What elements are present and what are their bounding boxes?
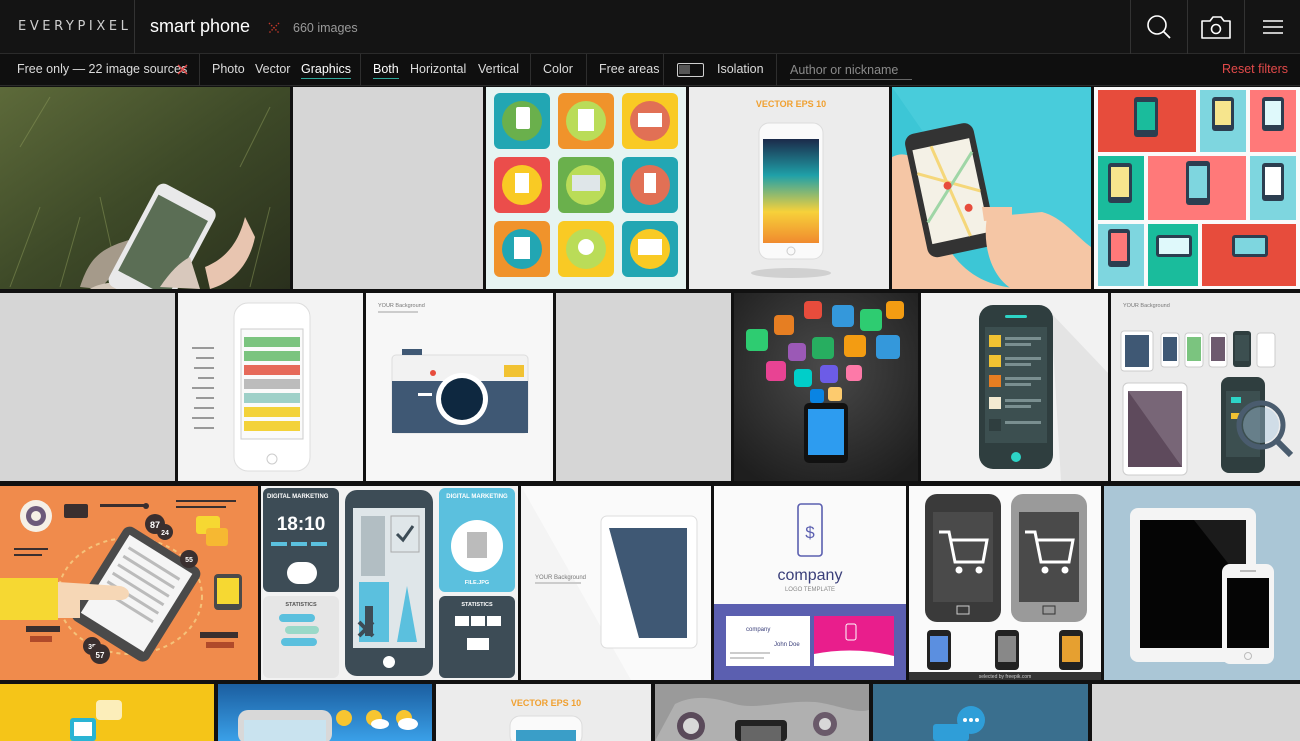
company-logo-text: company <box>778 567 843 584</box>
vector-eps-label-2: VECTOR EPS 10 <box>511 698 581 708</box>
digital-marketing-label-2: DIGITAL MARKETING <box>446 494 508 500</box>
orientation-both[interactable]: Both <box>373 62 399 79</box>
image-count: 660 images <box>293 21 358 35</box>
menu-button[interactable] <box>1245 0 1300 54</box>
image-tile[interactable] <box>1104 486 1300 680</box>
business-card-company: company <box>746 627 770 633</box>
illustration-dark-phone-ui <box>979 305 1108 481</box>
isolation-toggle[interactable] <box>677 63 704 77</box>
image-tile-placeholder[interactable] <box>1092 684 1300 741</box>
type-photo[interactable]: Photo <box>212 62 245 76</box>
image-tile-placeholder[interactable] <box>0 293 175 481</box>
header-divider <box>134 0 135 54</box>
image-tile[interactable] <box>873 684 1088 741</box>
filter-divider <box>776 54 777 86</box>
illustration-vector-eps-phone: VECTOR EPS 10 <box>509 698 583 741</box>
svg-text:$: $ <box>805 523 815 542</box>
digital-marketing-label: DIGITAL MARKETING <box>267 494 329 500</box>
image-tile-placeholder[interactable] <box>293 87 483 289</box>
illustration-company-logo-template: $ company LOGO TEMPLATE company John Doe <box>714 503 906 680</box>
orientation-vertical[interactable]: Vertical <box>478 62 519 76</box>
orientation-horizontal[interactable]: Horizontal <box>410 62 466 76</box>
top-header: EVERYPIXEL smart phone 660 images <box>0 0 1300 54</box>
filter-divider <box>199 54 200 86</box>
remove-free-filter-icon[interactable] <box>177 64 188 75</box>
illustration-digital-marketing-cards: DIGITAL MARKETING 18:10 STATISTICS DIGIT… <box>263 488 515 678</box>
number-badge: 57 <box>96 651 105 660</box>
number-badge: 55 <box>185 557 193 564</box>
image-search-button[interactable] <box>1188 0 1244 54</box>
type-vector[interactable]: Vector <box>255 62 290 76</box>
statistics-label-2: STATISTICS <box>461 602 493 608</box>
clock-time: 18:10 <box>277 514 326 535</box>
image-tile[interactable] <box>655 684 869 741</box>
isolation-label[interactable]: Isolation <box>717 62 764 76</box>
illustration-vector-phone: VECTOR EPS 10 <box>751 99 831 278</box>
image-tile[interactable] <box>178 293 363 481</box>
illustration-devices-set: YOUR Background <box>1120 303 1294 476</box>
image-tile[interactable]: YOUR Background <box>521 486 711 680</box>
menu-icon <box>1263 20 1283 34</box>
image-tile[interactable]: VECTOR EPS 10 <box>436 684 651 741</box>
type-graphics[interactable]: Graphics <box>301 62 352 79</box>
image-tile[interactable]: YOUR Background <box>366 293 553 481</box>
free-only-filter[interactable]: Free only — 22 image sources <box>17 62 187 76</box>
illustration-hand-map-phone <box>892 87 1091 289</box>
color-filter[interactable]: Color <box>543 62 573 76</box>
search-button[interactable] <box>1131 0 1187 54</box>
your-background-label: YOUR Background <box>1123 303 1170 309</box>
image-tile[interactable]: DIGITAL MARKETING 18:10 STATISTICS DIGIT… <box>261 486 518 680</box>
image-tile[interactable] <box>734 293 918 481</box>
illustration-tablet-background: YOUR Background <box>521 486 711 680</box>
filter-divider <box>586 54 587 86</box>
reset-filters-link[interactable]: Reset filters <box>1222 62 1288 76</box>
illustration-app-icons-grid <box>494 93 678 277</box>
image-tile[interactable] <box>0 684 214 741</box>
illustration-weather-phone <box>218 684 432 741</box>
illustration-world-map-devices <box>655 684 869 741</box>
logo-template-text: LOGO TEMPLATE <box>785 587 835 593</box>
camera-icon <box>1201 16 1231 39</box>
filter-divider <box>360 54 361 86</box>
illustration-phone-infographic <box>192 302 311 472</box>
filter-divider <box>663 54 664 86</box>
image-tile[interactable] <box>1094 87 1300 289</box>
author-input[interactable] <box>790 60 912 80</box>
illustration-camera-background: YOUR Background <box>378 303 529 434</box>
search-icon <box>1147 15 1171 39</box>
image-tile[interactable]: YOUR Background <box>1111 293 1300 481</box>
image-tile-placeholder[interactable] <box>556 293 731 481</box>
photo-hand-smartphone-grass <box>0 87 290 289</box>
image-tile[interactable]: VECTOR EPS 10 <box>689 87 889 289</box>
your-background-label: YOUR Background <box>378 303 425 309</box>
file-jpg-label: FILE.JPG <box>465 580 489 586</box>
image-tile[interactable]: 87 24 55 35 57 <box>0 486 258 680</box>
everypixel-logo[interactable]: EVERYPIXEL <box>18 19 132 34</box>
your-background-label: YOUR Background <box>535 575 586 581</box>
image-tile[interactable] <box>218 684 432 741</box>
illustration-hands-phones-collage <box>1098 90 1296 286</box>
search-query[interactable]: smart phone <box>150 16 250 37</box>
statistics-label: STATISTICS <box>285 602 317 608</box>
illustration-orange-infographic: 87 24 55 35 57 <box>0 500 242 664</box>
image-tile[interactable] <box>921 293 1108 481</box>
number-badge: 24 <box>161 530 169 537</box>
filter-divider <box>530 54 531 86</box>
vector-eps-label: VECTOR EPS 10 <box>756 99 826 109</box>
freepik-caption: selected by freepik.com <box>979 674 1032 680</box>
image-tile[interactable] <box>486 87 686 289</box>
illustration-tablet-app-icons-cloud <box>734 293 918 481</box>
image-tile[interactable]: selected by freepik.com <box>909 486 1101 680</box>
illustration-yellow-chat <box>70 700 122 741</box>
business-card-name: John Doe <box>774 642 800 648</box>
image-tile[interactable] <box>892 87 1091 289</box>
image-tile[interactable] <box>0 87 290 289</box>
filter-bar: Free only — 22 image sources Photo Vecto… <box>0 54 1300 86</box>
illustration-white-tablet-phone <box>1130 508 1274 664</box>
free-areas-filter[interactable]: Free areas <box>599 62 659 76</box>
illustration-shopping-cart-phones: selected by freepik.com <box>909 494 1101 680</box>
illustration-blue-chat-hand <box>933 706 985 741</box>
image-tile[interactable]: $ company LOGO TEMPLATE company John Doe <box>714 486 906 680</box>
clear-query-icon[interactable] <box>267 21 281 35</box>
